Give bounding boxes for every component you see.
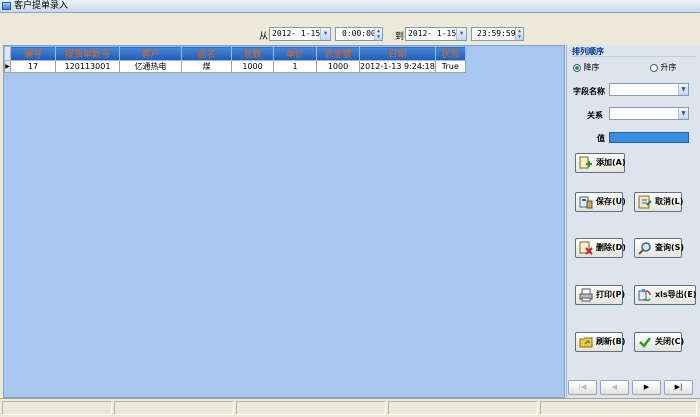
save-icon [579,195,593,209]
save-button-label: 保存(U) [596,197,626,206]
column-header[interactable]: 提货单数号 [55,46,120,61]
first-record-icon: |◀ [578,383,587,391]
delete-button-label: 删除(D) [596,243,626,252]
last-record-button[interactable]: ▶| [664,380,693,395]
spin-updown-icon[interactable]: ▲ ▼ [374,28,382,40]
data-grid[interactable]: 编号 提货单数号 客户 品名 总数 单价 总金额 日期 状态 ▶ 17 1201… [3,45,565,398]
chevron-down-icon[interactable]: ▼ [456,28,466,40]
status-cell [236,401,386,415]
relation-select[interactable]: ▼ [609,107,689,120]
column-header[interactable]: 编号 [10,46,56,61]
table-row[interactable]: ▶ 17 120113001 亿通热电 煤 1000 1 1000 2012-1… [4,60,466,73]
next-record-icon: ▶ [643,383,650,391]
previous-record-button[interactable]: ◀ [600,380,629,395]
table-cell[interactable]: 17 [10,60,56,73]
to-time-value: 23:59:59 [477,29,516,38]
printer-icon [579,288,593,302]
sort-asc-label: 升序 [660,63,677,72]
from-time-value: 0:00:00 [342,29,376,38]
status-cell [540,401,697,415]
date-filter-bar: 从 2012- 1-15 ▼ 0:00:00 ▲ ▼ 到 2012- 1-15 ▼… [0,13,700,45]
table-cell[interactable]: 120113001 [55,60,120,73]
from-label: 从 [259,32,269,42]
delete-icon [579,241,593,255]
to-date-picker[interactable]: 2012- 1-15 ▼ [405,27,467,41]
search-button-label: 查询(S) [655,243,685,252]
column-header[interactable]: 状态 [434,46,466,61]
to-date-value: 2012- 1-15 [408,29,457,38]
column-header[interactable]: 总金额 [316,46,360,61]
checkmark-icon [638,335,652,349]
table-cell[interactable]: 1 [273,60,317,73]
table-cell[interactable]: 煤 [181,60,232,73]
field-name-select[interactable]: ▼ [609,83,689,96]
divider [571,56,697,57]
print-button-label: 打印(P) [596,290,626,299]
grid-header-row: 编号 提货单数号 客户 品名 总数 单价 总金额 日期 状态 [4,46,466,61]
status-bar [0,398,700,417]
table-cell[interactable]: True [434,60,466,73]
side-panel: 排列顺序 降序 升序 字段名称 ▼ 关系 ▼ 值 添加(A) 保存(U) 取消(… [566,45,700,398]
column-header[interactable]: 客户 [119,46,182,61]
column-header[interactable]: 单价 [273,46,317,61]
sort-asc-radio[interactable]: 升序 [650,62,677,73]
window-title: 客户提单录入 [14,1,69,11]
cancel-button-label: 取消(L) [655,197,684,206]
column-header[interactable]: 品名 [181,46,232,61]
chevron-down-icon[interactable]: ▼ [320,28,330,40]
save-button[interactable]: 保存(U) [575,192,626,212]
radio-unchecked-icon[interactable] [650,63,658,72]
table-cell[interactable]: 亿通热电 [119,60,182,73]
to-time-input[interactable]: 23:59:59 ▲ ▼ [471,27,524,41]
grid-table: 编号 提货单数号 客户 品名 总数 单价 总金额 日期 状态 ▶ 17 1201… [4,46,466,73]
app-icon [2,2,11,10]
sort-desc-radio[interactable]: 降序 [573,62,600,73]
next-record-button[interactable]: ▶ [632,380,661,395]
previous-record-icon: ◀ [611,383,618,391]
from-time-input[interactable]: 0:00:00 ▲ ▼ [335,27,383,41]
radio-checked-icon[interactable] [573,63,581,72]
export-icon [638,288,652,302]
last-record-icon: ▶| [674,383,683,391]
add-button[interactable]: 添加(A) [575,153,626,173]
status-cell [2,401,112,415]
spin-updown-icon[interactable]: ▲ ▼ [515,28,523,40]
value-label: 值 [597,134,605,143]
from-date-value: 2012- 1-15 [272,29,321,38]
sort-desc-label: 降序 [583,63,600,72]
refresh-button-label: 刷新(B) [596,337,626,346]
column-header[interactable]: 总数 [231,46,274,61]
chevron-down-icon[interactable]: ▼ [678,108,688,119]
record-navigator: |◀ ◀ ▶ ▶| [566,378,700,398]
xls-export-button-label: xls导出(E) [655,290,697,299]
cancel-icon [638,195,652,209]
print-button[interactable]: 打印(P) [575,285,626,305]
status-cell [114,401,234,415]
search-icon [638,241,652,255]
table-cell[interactable]: 1000 [316,60,360,73]
window-titlebar: 客户提单录入 [0,0,700,13]
column-header[interactable]: 日期 [359,46,436,61]
table-cell[interactable]: 1000 [231,60,274,73]
xls-export-button[interactable]: xls导出(E) [634,285,696,305]
first-record-button[interactable]: |◀ [568,380,597,395]
add-button-label: 添加(A) [596,158,626,167]
refresh-button[interactable]: 刷新(B) [575,332,626,352]
chevron-down-icon[interactable]: ▼ [678,84,688,95]
from-date-picker[interactable]: 2012- 1-15 ▼ [269,27,331,41]
search-button[interactable]: 查询(S) [634,238,685,258]
to-label: 到 [395,32,405,42]
table-cell[interactable]: 2012-1-13 9:24:18 [359,60,436,73]
field-name-label: 字段名称 [573,87,605,96]
status-cell [388,401,538,415]
close-button-label: 关闭(C) [655,337,685,346]
value-input[interactable] [609,132,689,143]
close-button[interactable]: 关闭(C) [634,332,685,352]
relation-label: 关系 [587,111,603,120]
folder-refresh-icon [579,335,593,349]
add-icon [579,156,593,170]
cancel-button[interactable]: 取消(L) [634,192,684,212]
delete-button[interactable]: 删除(D) [575,238,626,258]
